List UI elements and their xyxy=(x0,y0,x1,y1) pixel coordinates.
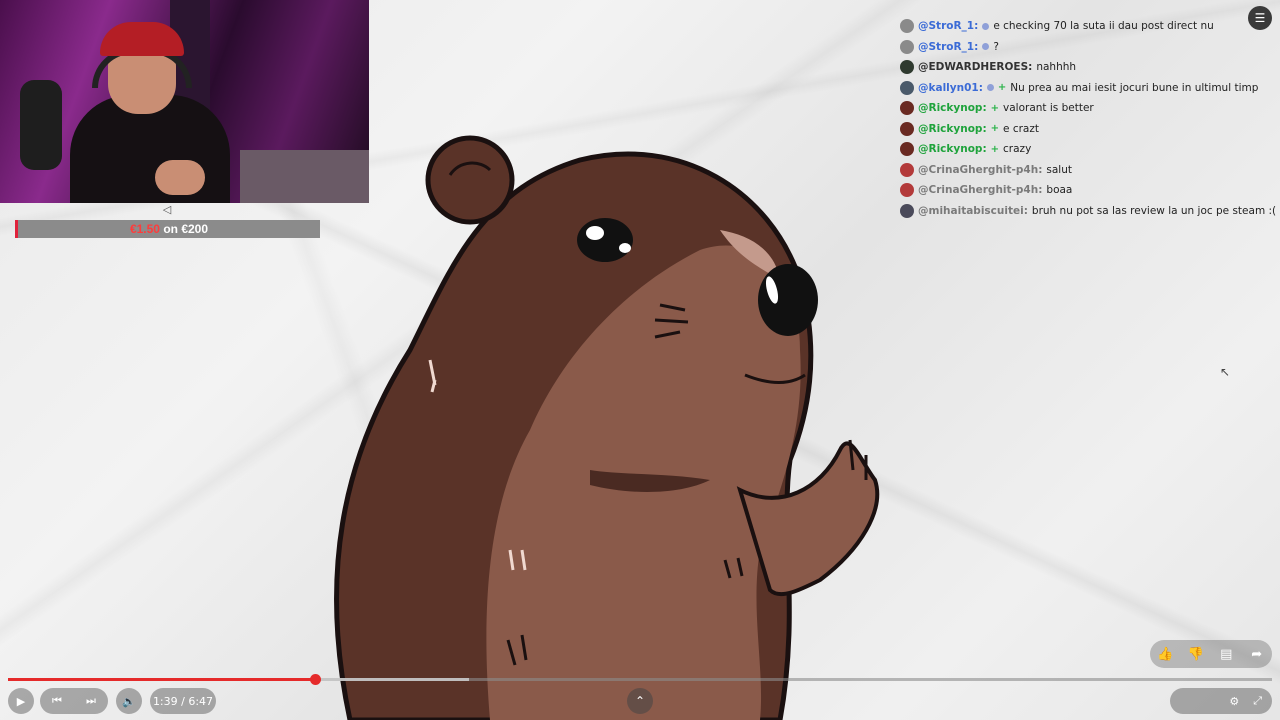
chat-message: @kallyn01: + Nu prea au mai iesit jocuri b… xyxy=(900,78,1275,99)
chat-username: @CrinaGherghit-p4h: xyxy=(918,184,1043,197)
chat-username: @Rickynop: xyxy=(918,122,987,135)
chat-avatar xyxy=(900,80,914,95)
chat-username: @kallyn01: xyxy=(918,81,983,94)
chat-avatar xyxy=(900,142,914,157)
chat-avatar xyxy=(900,60,914,75)
next-icon[interactable]: ⏭ xyxy=(86,694,96,708)
donation-current: €1.50 xyxy=(129,222,160,236)
play-button[interactable]: ▶ xyxy=(8,688,34,714)
chat-text: salut xyxy=(1046,163,1072,176)
chat-username: @EDWARDHEROES: xyxy=(918,61,1033,74)
member-badge-icon xyxy=(982,22,990,30)
chat-text: nahhhh xyxy=(1036,61,1077,74)
chat-username: @CrinaGherghit-p4h: xyxy=(918,163,1043,176)
thumbs-down-icon[interactable]: 👎 xyxy=(1185,647,1207,662)
chat-message: @Rickynop: + valorant is better xyxy=(900,98,1275,119)
previous-icon[interactable]: ⏮ xyxy=(52,694,62,708)
chat-avatar xyxy=(900,162,914,177)
chat-message: @Rickynop: + e crazt xyxy=(900,119,1275,140)
chat-message: @StroR_1:? xyxy=(900,37,1275,58)
volume-icon: 🔈 xyxy=(122,694,136,708)
chat-username: @StroR_1: xyxy=(918,40,979,53)
chat-text: crazy xyxy=(1003,143,1032,156)
menu-icon[interactable]: ☰ xyxy=(1248,6,1272,30)
comment-icon[interactable]: ▤ xyxy=(1215,647,1237,662)
chat-text: e checking 70 la suta ii dau post direct… xyxy=(993,20,1214,33)
donation-goal: on €200 xyxy=(163,222,209,236)
share-icon[interactable]: ➦ xyxy=(1246,647,1268,662)
mouse-cursor-icon: ↖ xyxy=(1220,365,1231,379)
exit-fullscreen-icon[interactable]: ⤢ xyxy=(1253,694,1262,708)
member-badge-icon xyxy=(986,84,994,92)
live-chat-overlay: @StroR_1: e checking 70 la suta ii dau po… xyxy=(900,16,1277,222)
chat-username: @mihaitabiscuitei: xyxy=(918,204,1028,217)
chat-username: @Rickynop: xyxy=(918,143,987,156)
chat-message: @EDWARDHEROES: nahhhh xyxy=(900,57,1275,78)
chat-avatar xyxy=(900,101,914,116)
time-text: 1:39 / 6:47 xyxy=(152,694,214,708)
rewind-icon: ◁ xyxy=(162,203,172,216)
seek-bar[interactable] xyxy=(8,674,1272,685)
chat-message: @CrinaGherghit-p4h: salut xyxy=(900,160,1275,181)
chat-message: @Rickynop: + crazy xyxy=(900,139,1275,160)
chat-username: @Rickynop: xyxy=(918,102,987,115)
chat-text: e crazt xyxy=(1003,122,1039,135)
moderator-badge-icon: + xyxy=(997,82,1007,94)
beaver-illustration xyxy=(334,135,880,720)
moderator-badge-icon: + xyxy=(990,102,1000,114)
chat-message: @mihaitabiscuitei: bruh nu pot sa las rev… xyxy=(900,201,1277,222)
played-progress xyxy=(8,678,316,681)
thumbs-up-icon[interactable]: 👍 xyxy=(1154,647,1176,662)
chat-text: bruh nu pot sa las review la un joc pe s… xyxy=(1031,204,1277,217)
right-controls: ⚙ ⤢ xyxy=(1170,688,1272,714)
volume-button[interactable]: 🔈 xyxy=(116,688,142,714)
video-actions: 👍 👎 ▤ ➦ xyxy=(1150,640,1272,668)
chat-avatar xyxy=(900,183,914,198)
settings-icon[interactable]: ⚙ xyxy=(1229,695,1239,708)
prev-next-group: ⏮ ⏭ xyxy=(40,688,108,714)
chat-message: @StroR_1: e checking 70 la suta ii dau po… xyxy=(900,16,1275,37)
moderator-badge-icon: + xyxy=(990,123,1000,135)
chat-avatar xyxy=(900,203,914,218)
member-badge-icon xyxy=(982,43,990,51)
chat-avatar xyxy=(900,39,914,54)
chat-avatar xyxy=(900,19,914,34)
play-icon: ▶ xyxy=(16,694,26,708)
time-display: 1:39 / 6:47 xyxy=(150,688,216,714)
moderator-badge-icon: + xyxy=(990,143,1000,155)
chat-text: Nu prea au mai iesit jocuri bune in ulti… xyxy=(1010,81,1259,94)
chat-text: boaa xyxy=(1046,184,1073,197)
chat-message: @CrinaGherghit-p4h: boaa xyxy=(900,180,1275,201)
chat-username: @StroR_1: xyxy=(918,20,979,33)
chevron-up-icon[interactable]: ⌃ xyxy=(627,688,653,714)
chat-text: ? xyxy=(993,40,999,53)
chat-avatar xyxy=(900,121,914,136)
chat-text: valorant is better xyxy=(1003,102,1094,115)
